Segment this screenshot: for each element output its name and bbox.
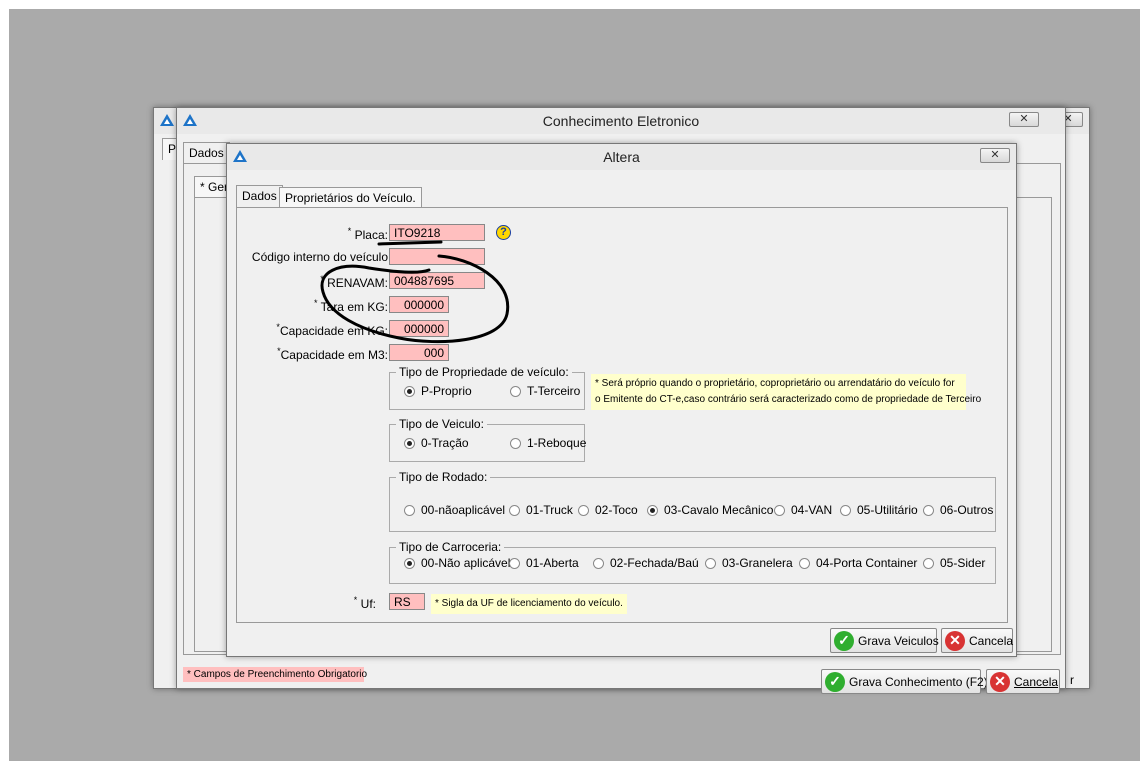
radio-icon: [923, 504, 934, 516]
uf-note: * Sigla da UF de licenciamento do veícul…: [431, 594, 627, 614]
main-window-titlebar: Conhecimento Eletronico: [177, 108, 1065, 134]
tipo-rodado-title: Tipo de Rodado:: [396, 470, 491, 484]
radio-rodado-01[interactable]: 01-Truck: [509, 503, 573, 517]
radio-selected-icon: [404, 437, 415, 449]
radio-selected-icon: [404, 557, 415, 569]
radio-icon: [923, 557, 934, 569]
altera-dialog-titlebar: Altera: [227, 144, 1016, 170]
app-logo-icon: [160, 114, 174, 126]
grava-veiculos-label: Grava Veiculos: [858, 633, 939, 648]
tipo-propriedade-title: Tipo de Propriedade de veículo:: [396, 365, 572, 379]
radio-1-reboque[interactable]: 1-Reboque: [510, 436, 586, 450]
app-logo-icon: [233, 150, 247, 162]
radio-rodado-00[interactable]: 00-nãoaplicável: [404, 503, 505, 517]
radio-carroceria-03[interactable]: 03-Granelera: [705, 556, 793, 570]
cancela-conhecimento-label: Cancela: [1014, 674, 1059, 689]
check-icon: ✓: [834, 630, 854, 651]
radio-selected-icon: [404, 385, 415, 397]
desktop-background: ✕ P Conhecimento Eletronico ✕ Dados * Ge…: [9, 9, 1140, 761]
tipo-rodado-group: Tipo de Rodado: 00-nãoaplicável 01-Truck…: [389, 470, 996, 532]
required-fields-note: * Campos de Preenchimento Obrigatorio: [183, 667, 367, 682]
radio-carroceria-04[interactable]: 04-Porta Container: [799, 556, 917, 570]
radio-icon: [509, 557, 520, 569]
tipo-carroceria-title: Tipo de Carroceria:: [396, 540, 505, 554]
tipo-carroceria-group: Tipo de Carroceria: 00-Não aplicável 01-…: [389, 540, 996, 584]
x-circle-icon: ✕: [990, 671, 1010, 692]
radio-selected-icon: [647, 504, 658, 516]
grava-conhecimento-button[interactable]: ✓ Grava Conhecimento (F2): [821, 669, 988, 694]
uf-label: * Uf:: [353, 595, 376, 611]
background-cancel-hint: r: [1070, 673, 1074, 687]
radio-icon: [404, 504, 415, 516]
radio-icon: [509, 504, 520, 516]
cancela-veiculos-label: Cancela: [969, 633, 1014, 648]
grava-veiculos-button[interactable]: ✓ Grava Veiculos: [830, 628, 939, 653]
radio-icon: [840, 504, 851, 516]
radio-carroceria-05[interactable]: 05-Sider: [923, 556, 985, 570]
main-window-close-button[interactable]: ✕: [1009, 112, 1039, 127]
annotation-scribble: [320, 240, 510, 344]
radio-carroceria-00[interactable]: 00-Não aplicável: [404, 556, 510, 570]
radio-icon: [774, 504, 785, 516]
radio-icon: [578, 504, 589, 516]
radio-carroceria-01[interactable]: 01-Aberta: [509, 556, 579, 570]
radio-icon: [705, 557, 716, 569]
uf-input[interactable]: RS: [389, 593, 425, 610]
altera-dialog-title: Altera: [603, 149, 640, 165]
main-window-title: Conhecimento Eletronico: [542, 113, 700, 129]
tipo-veiculo-title: Tipo de Veiculo:: [396, 417, 487, 431]
radio-icon: [510, 437, 521, 449]
radio-p-proprio[interactable]: P-Proprio: [404, 384, 472, 398]
check-icon: ✓: [825, 671, 845, 692]
radio-icon: [799, 557, 810, 569]
tab-proprietarios[interactable]: Proprietários do Veículo.: [279, 187, 422, 207]
grava-conhecimento-label: Grava Conhecimento (F2): [849, 674, 988, 689]
radio-t-terceiro[interactable]: T-Terceiro: [510, 384, 580, 398]
app-logo-icon: [183, 114, 197, 126]
radio-0-tracao[interactable]: 0-Tração: [404, 436, 469, 450]
tab-dados[interactable]: Dados: [183, 142, 230, 164]
tipo-veiculo-group: Tipo de Veiculo: 0-Tração 1-Reboque: [389, 417, 586, 462]
radio-icon: [510, 385, 521, 397]
altera-dialog-close-button[interactable]: ✕: [980, 148, 1010, 163]
cancela-conhecimento-button[interactable]: ✕ Cancela: [986, 669, 1060, 694]
subtab-geral[interactable]: * Gera: [194, 176, 230, 198]
radio-rodado-06[interactable]: 06-Outros: [923, 503, 993, 517]
x-circle-icon: ✕: [945, 630, 965, 651]
radio-rodado-04[interactable]: 04-VAN: [774, 503, 832, 517]
tipo-propriedade-note: * Será próprio quando o proprietário, co…: [591, 374, 981, 410]
tab-dados-veiculo[interactable]: Dados: [236, 185, 283, 207]
cancela-veiculos-button[interactable]: ✕ Cancela: [941, 628, 1013, 653]
altera-dialog: Altera ✕ Dados Proprietários do Veículo.…: [226, 143, 1017, 657]
radio-icon: [593, 557, 604, 569]
radio-rodado-02[interactable]: 02-Toco: [578, 503, 638, 517]
tipo-propriedade-group: Tipo de Propriedade de veículo: P-Propri…: [389, 365, 585, 410]
radio-rodado-03[interactable]: 03-Cavalo Mecânico: [647, 503, 773, 517]
radio-carroceria-02[interactable]: 02-Fechada/Baú: [593, 556, 699, 570]
radio-rodado-05[interactable]: 05-Utilitário: [840, 503, 918, 517]
